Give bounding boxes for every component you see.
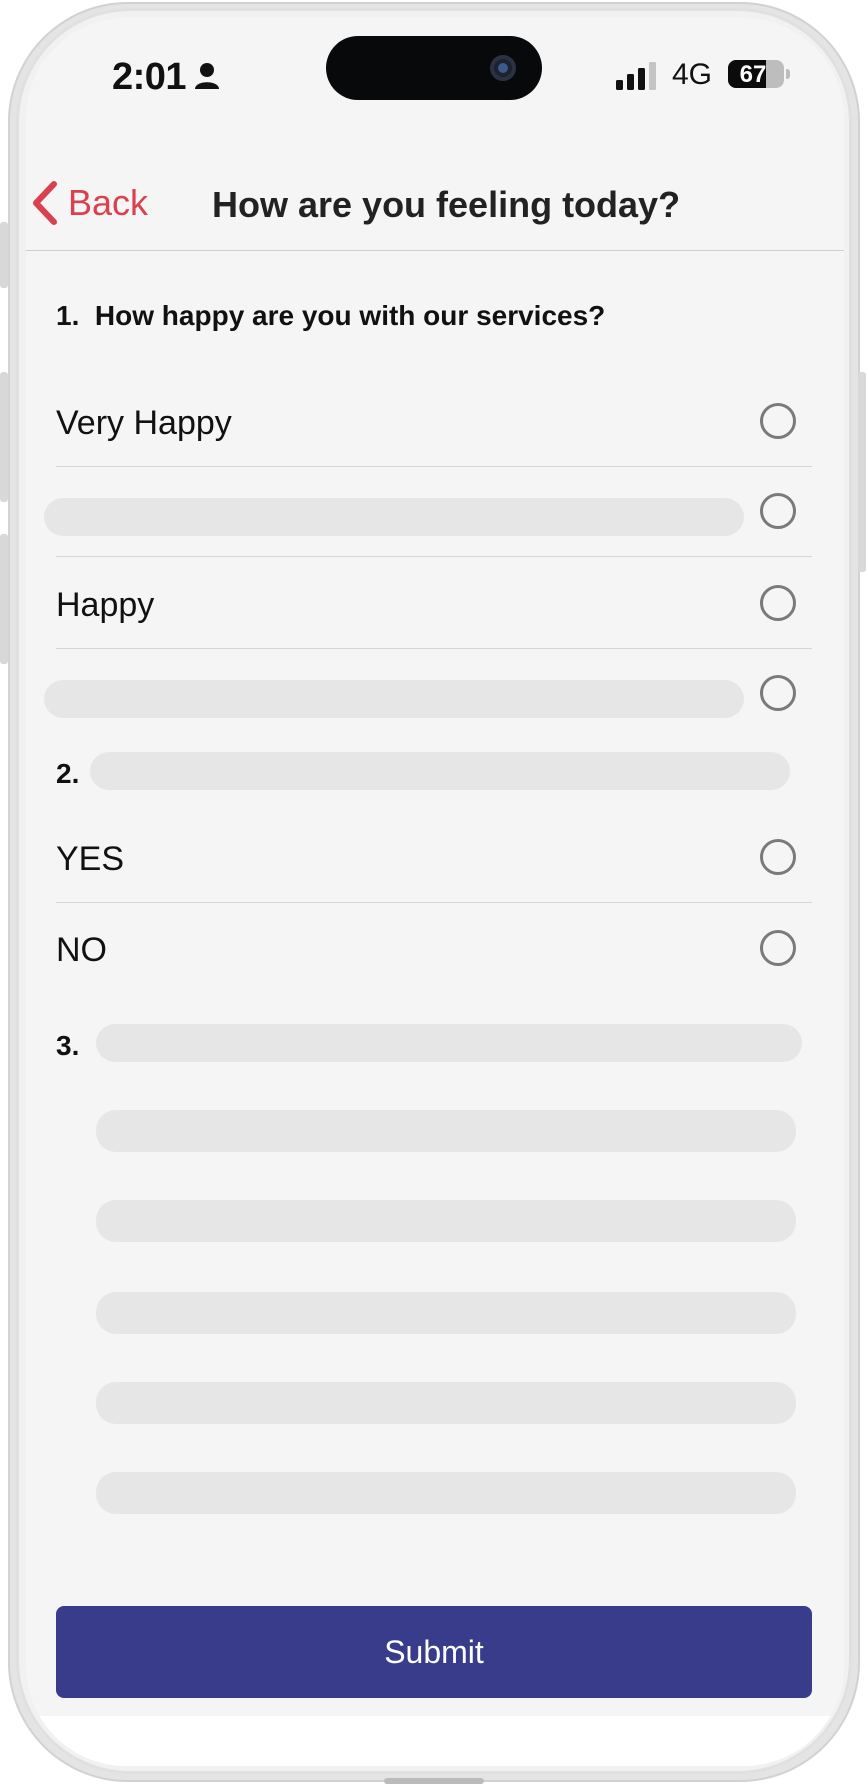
back-label: Back — [68, 182, 149, 223]
camera-icon — [490, 55, 516, 81]
battery-icon: 67 — [728, 60, 784, 88]
skeleton-text — [44, 498, 744, 536]
submit-button[interactable]: Submit — [56, 1606, 812, 1698]
page-title: How are you feeling today? — [212, 184, 681, 225]
action-button — [0, 222, 8, 288]
option-label: YES — [56, 840, 125, 878]
battery-tip — [786, 69, 790, 79]
question-3-skeleton — [96, 1024, 802, 1062]
question-2-skeleton — [90, 752, 790, 790]
radio-button[interactable] — [760, 675, 796, 711]
answer-placeholder[interactable] — [96, 1472, 796, 1514]
question-1: 1. How happy are you with our services? — [56, 300, 605, 332]
option-placeholder[interactable] — [44, 466, 812, 557]
skeleton-text — [44, 680, 744, 718]
volume-down-button — [0, 534, 8, 664]
question-2-number: 2. — [56, 758, 80, 789]
signal-icon — [616, 62, 656, 90]
option-label: NO — [56, 931, 107, 969]
option-happy[interactable]: Happy — [56, 558, 812, 649]
screen: 2:01 4G 67 Back How are you feeling toda… — [26, 18, 844, 1766]
back-button[interactable]: Back — [30, 180, 148, 226]
answer-placeholder[interactable] — [96, 1382, 796, 1424]
radio-button[interactable] — [760, 493, 796, 529]
option-label: Happy — [56, 586, 155, 624]
option-label: Very Happy — [56, 404, 232, 442]
chevron-left-icon — [33, 181, 57, 225]
dynamic-island — [326, 36, 542, 100]
option-very-happy[interactable]: Very Happy — [56, 376, 812, 467]
network-type: 4G — [672, 58, 713, 91]
radio-button[interactable] — [760, 585, 796, 621]
option-yes[interactable]: YES — [56, 812, 812, 903]
radio-button[interactable] — [760, 839, 796, 875]
battery-percent: 67 — [739, 61, 767, 88]
option-no[interactable]: NO — [56, 903, 812, 993]
answer-placeholder[interactable] — [96, 1200, 796, 1242]
home-indicator — [384, 1778, 484, 1784]
radio-button[interactable] — [760, 403, 796, 439]
answer-placeholder[interactable] — [96, 1292, 796, 1334]
question-text: How happy are you with our services? — [94, 300, 606, 331]
volume-up-button — [0, 372, 8, 502]
question-3-number: 3. — [56, 1030, 80, 1061]
answer-placeholder[interactable] — [96, 1110, 796, 1152]
status-time: 2:01 — [112, 56, 187, 98]
question-number: 1. — [56, 300, 80, 331]
radio-button[interactable] — [760, 930, 796, 966]
power-button — [858, 372, 866, 572]
navigation-bar: Back How are you feeling today? — [26, 146, 844, 251]
bottom-area — [26, 1716, 844, 1766]
option-placeholder[interactable] — [44, 648, 812, 738]
person-icon — [195, 63, 219, 89]
